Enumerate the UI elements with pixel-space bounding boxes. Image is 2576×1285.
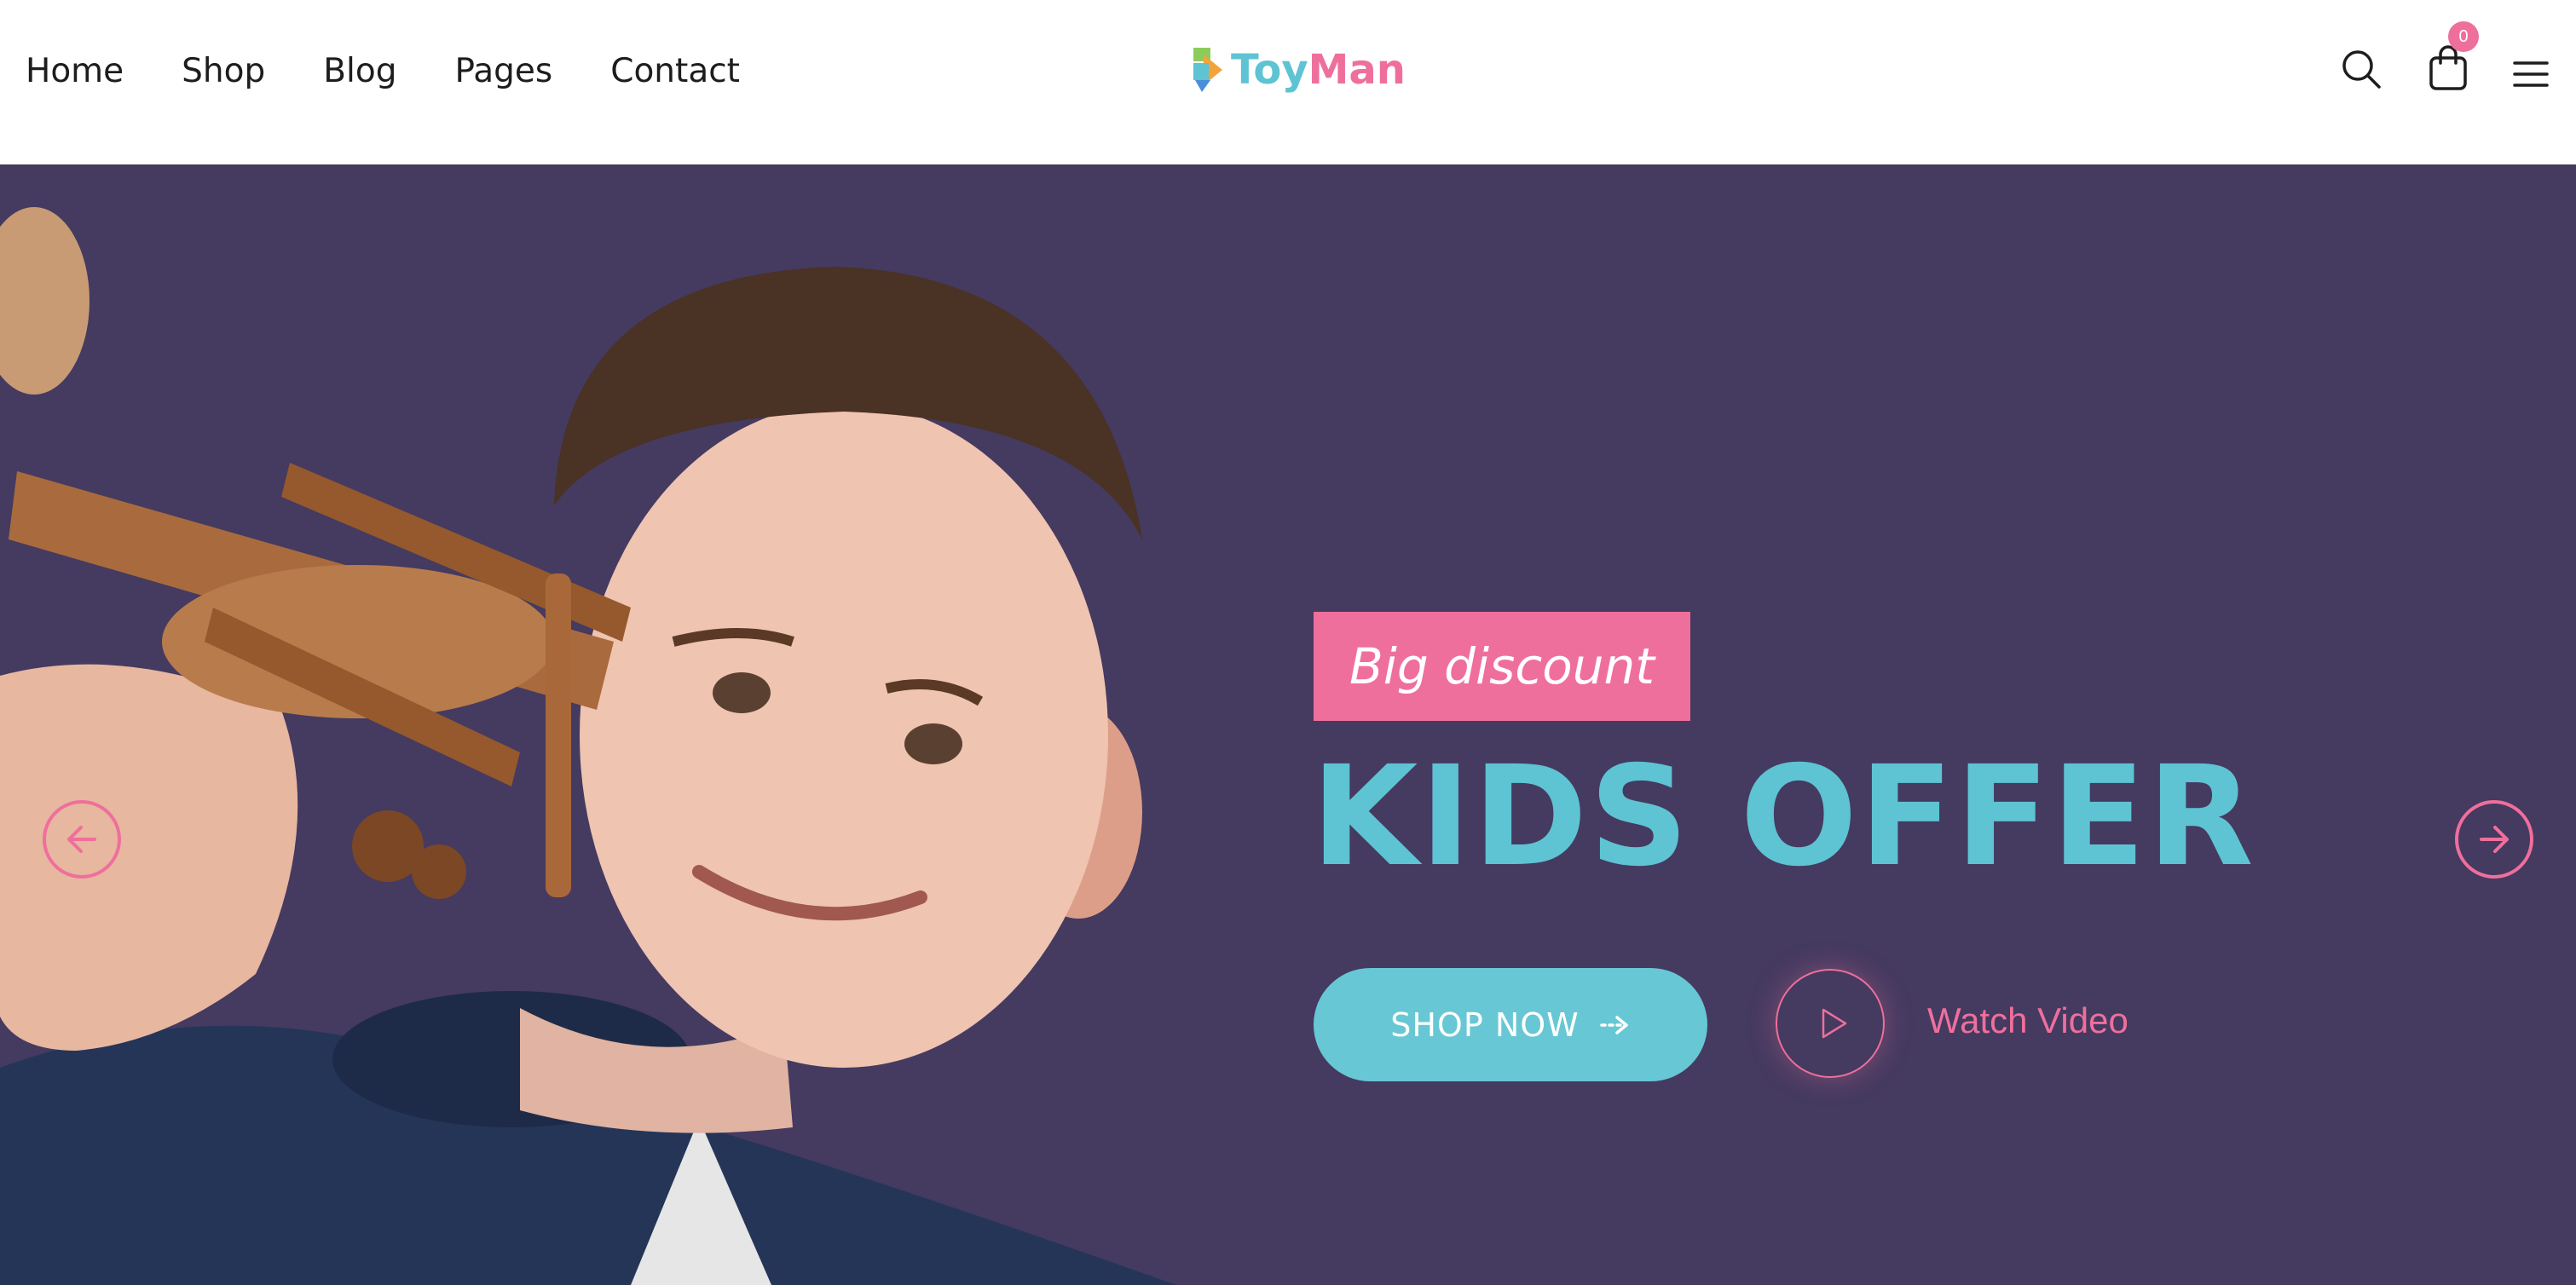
site-logo[interactable]: ToyMan (1187, 43, 1406, 97)
site-header: Home Shop Blog Pages Contact ToyMan 0 (0, 0, 2576, 164)
hero-boy-with-airplane-image (0, 207, 1176, 1285)
nav-pages[interactable]: Pages (454, 44, 552, 99)
puzzle-arrow-logo-icon (1193, 48, 1222, 92)
shop-now-label: SHOP NOW (1390, 1006, 1580, 1044)
main-nav: Home Shop Blog Pages Contact (26, 44, 798, 99)
nav-shop[interactable]: Shop (182, 44, 265, 99)
hero-slider: Big discount KIDS OFFER SHOP NOW Watch V… (0, 164, 2576, 1285)
discount-badge-text: Big discount (1349, 637, 1655, 695)
hamburger-menu-icon[interactable] (2513, 60, 2549, 89)
shop-now-button[interactable]: SHOP NOW (1314, 968, 1707, 1081)
nav-blog[interactable]: Blog (323, 44, 396, 99)
watch-video-link[interactable]: Watch Video (1927, 1000, 2128, 1042)
nav-contact[interactable]: Contact (610, 44, 740, 99)
slider-next-button[interactable] (2455, 800, 2533, 879)
search-icon[interactable] (2340, 48, 2383, 90)
nav-home[interactable]: Home (26, 44, 124, 99)
hero-headline: KIDS OFFER (1311, 737, 2255, 897)
arrow-right-icon (1600, 1015, 1628, 1034)
play-icon (1822, 1008, 1847, 1039)
cart-count-badge: 0 (2448, 21, 2479, 52)
logo-text: ToyMan (1231, 46, 1406, 94)
play-video-button[interactable] (1776, 969, 1885, 1078)
arrow-right-circle-icon (2480, 826, 2509, 853)
arrow-left-circle-icon (67, 826, 96, 853)
discount-badge: Big discount (1314, 612, 1690, 721)
slider-prev-button[interactable] (43, 800, 121, 879)
